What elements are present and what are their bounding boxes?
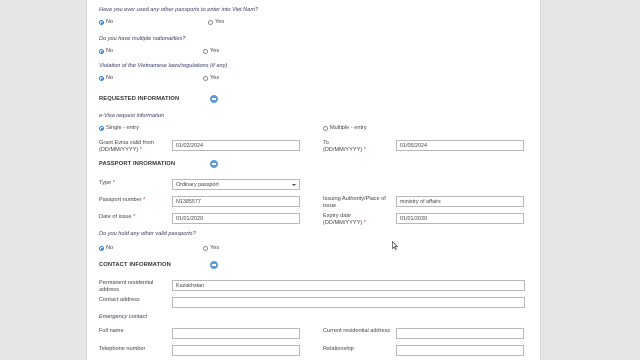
radio-icon[interactable] <box>99 245 104 251</box>
right-margin <box>541 0 640 360</box>
radio-other-passports-yes[interactable]: Yes <box>208 19 224 25</box>
telephone-label: Telephone number <box>99 346 146 352</box>
radio-valid-passports-no[interactable]: No <box>99 245 113 251</box>
radio-icon[interactable] <box>203 75 208 81</box>
contact-address-input[interactable] <box>172 297 525 308</box>
section-contact-title: CONTACT INFORMATION <box>99 262 171 268</box>
question-multiple-nationalities: Do you have multiple nationalities? <box>99 36 186 42</box>
passport-type-select[interactable]: Ordinary passport <box>172 179 300 190</box>
radio-icon[interactable] <box>99 48 104 54</box>
radio-icon[interactable] <box>203 245 208 251</box>
collapse-minus-icon[interactable] <box>210 95 218 103</box>
valid-from-label: Grant Evisa valid from (DD/MM/YYYY) * <box>99 140 155 153</box>
passport-number-input[interactable]: N1385577 <box>172 196 300 207</box>
radio-nationalities-no[interactable]: No <box>99 48 113 54</box>
radio-single-entry[interactable]: Single - entry <box>99 125 139 131</box>
radio-violation-yes[interactable]: Yes <box>203 75 219 81</box>
question-other-passports: Have you ever used any other passports t… <box>99 7 259 13</box>
radio-icon[interactable] <box>208 19 213 25</box>
permanent-address-input[interactable]: Kazakhstan <box>172 280 525 291</box>
radio-multiple-entry[interactable]: Multiple - entry <box>323 125 367 131</box>
radio-other-passports-no[interactable]: No <box>99 19 113 25</box>
contact-address-label: Contact address <box>99 297 140 303</box>
permanent-address-label: Permanent residential address <box>99 280 154 293</box>
mouse-cursor-icon <box>392 241 398 250</box>
relationship-input[interactable] <box>396 345 524 356</box>
current-address-input[interactable] <box>396 328 524 339</box>
telephone-input[interactable] <box>172 345 300 356</box>
chevron-down-icon <box>292 183 296 186</box>
valid-from-input[interactable]: 01/02/2024 <box>172 140 300 151</box>
question-other-valid-passports: Do you hold any other valid passports? <box>99 231 196 237</box>
passport-number-label: Passport number * <box>99 197 146 203</box>
to-date-input[interactable]: 01/05/2024 <box>396 140 524 151</box>
date-of-issue-label: Date of issue * <box>99 214 136 220</box>
expiry-date-label: Expiry date (DD/MM/YYYY) * <box>323 213 366 226</box>
left-margin <box>0 0 86 360</box>
collapse-minus-icon[interactable] <box>210 261 218 269</box>
radio-nationalities-yes[interactable]: Yes <box>203 48 219 54</box>
radio-icon[interactable] <box>99 75 104 81</box>
visa-form-panel: Have you ever used any other passports t… <box>86 0 541 360</box>
emergency-contact-label: Emergency contact <box>99 314 147 320</box>
date-of-issue-input[interactable]: 01/01/2020 <box>172 213 300 224</box>
radio-icon[interactable] <box>203 48 208 54</box>
expiry-date-input[interactable]: 01/01/2030 <box>396 213 524 224</box>
question-violation: Violation of the Vietnamese laws/regulat… <box>99 63 228 69</box>
evisa-request-label: e-Visa request information <box>99 113 165 119</box>
to-date-label: To (DD/MM/YYYY) * <box>323 140 366 153</box>
radio-valid-passports-yes[interactable]: Yes <box>203 245 219 251</box>
current-address-label: Current residential address <box>323 328 391 334</box>
radio-violation-no[interactable]: No <box>99 75 113 81</box>
section-requested-title: REQUESTED INFORMATION <box>99 96 180 102</box>
radio-icon[interactable] <box>99 125 104 131</box>
section-passport-title: PASSPORT INRORMATION <box>99 161 176 167</box>
full-name-input[interactable] <box>172 328 300 339</box>
type-label: Type * <box>99 180 115 186</box>
radio-icon[interactable] <box>323 125 328 131</box>
collapse-minus-icon[interactable] <box>210 160 218 168</box>
issuing-authority-input[interactable]: ministry of affairs <box>396 196 524 207</box>
issuing-authority-label: Issuing Authority/Place of issue <box>323 196 386 209</box>
relationship-label: Relationship <box>323 346 354 352</box>
full-name-label: Full name <box>99 328 124 334</box>
radio-icon[interactable] <box>99 19 104 25</box>
